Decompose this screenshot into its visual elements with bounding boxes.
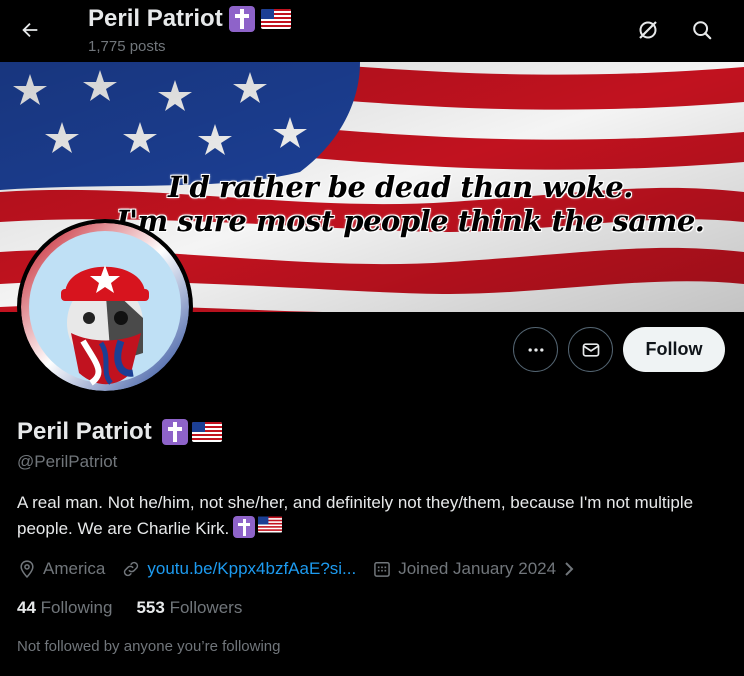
- joined-date[interactable]: Joined January 2024: [372, 559, 576, 579]
- us-flag-emoji: [260, 9, 291, 29]
- link-icon: [124, 561, 139, 577]
- grok-button[interactable]: [630, 12, 666, 48]
- followers-label: Followers: [169, 598, 243, 617]
- message-button[interactable]: [568, 327, 613, 372]
- grok-icon: [639, 21, 657, 39]
- website-link[interactable]: youtu.be/Kppx4bzfAaE?si...: [147, 559, 356, 579]
- posts-count: 1,775 posts: [88, 38, 166, 55]
- arrow-left-icon: [22, 22, 38, 38]
- location-pin-icon: [20, 560, 34, 578]
- calendar-icon: [374, 562, 391, 577]
- latin-cross-emoji: [233, 516, 256, 538]
- following-link[interactable]: 44 Following: [17, 598, 112, 618]
- back-button[interactable]: [12, 12, 48, 48]
- following-label: Following: [40, 598, 113, 617]
- us-flag-emoji: [191, 422, 222, 442]
- followers-link[interactable]: 553 Followers: [136, 598, 242, 618]
- follow-stats: 44 Following 553 Followers: [17, 598, 266, 618]
- mutual-followers-note: Not followed by anyone you’re following: [17, 638, 281, 655]
- following-count: 44: [17, 598, 36, 617]
- profile-name-row: Peril Patriot: [17, 418, 222, 446]
- banner-caption-line2: I'm sure most people think the same.: [116, 204, 705, 238]
- latin-cross-emoji: [161, 419, 188, 445]
- bio-text: A real man. Not he/him, not she/her, and…: [17, 493, 694, 538]
- chevron-right-icon: [565, 562, 574, 576]
- joined-text: Joined January 2024: [398, 559, 557, 578]
- profile-bio: A real man. Not he/him, not she/her, and…: [17, 490, 732, 542]
- location: America: [17, 559, 105, 579]
- profile-meta: America youtu.be/Kppx4bzfAaE?si... Joine…: [17, 556, 576, 582]
- profile-avatar[interactable]: [17, 219, 193, 395]
- search-icon: [693, 21, 712, 40]
- top-bar: Peril Patriot 1,775 posts: [0, 0, 744, 62]
- more-options-button[interactable]: [513, 327, 558, 372]
- website: youtu.be/Kppx4bzfAaE?si...: [121, 559, 356, 579]
- follow-button[interactable]: Follow: [623, 327, 725, 372]
- profile-handle: @PerilPatriot: [17, 452, 118, 471]
- search-button[interactable]: [684, 12, 720, 48]
- followers-count: 553: [136, 598, 165, 617]
- header-name: Peril Patriot: [88, 5, 223, 32]
- us-flag-emoji: [258, 516, 283, 533]
- mail-icon: [582, 342, 599, 357]
- latin-cross-emoji: [228, 6, 255, 32]
- banner-caption-line1: I'd rather be dead than woke.: [168, 170, 633, 204]
- avatar-image: [21, 223, 189, 391]
- header-title: Peril Patriot: [88, 5, 291, 33]
- location-text: America: [43, 559, 106, 578]
- more-horizontal-icon: [528, 347, 543, 352]
- profile-name: Peril Patriot: [17, 418, 152, 445]
